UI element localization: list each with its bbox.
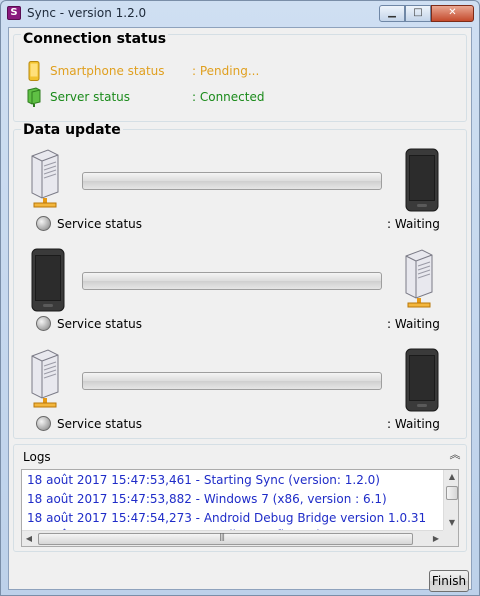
server-status-label: Server status	[50, 90, 131, 104]
maximize-icon: □	[413, 7, 423, 18]
waiting-label-2: : Waiting	[387, 317, 440, 331]
log-vertical-scrollbar[interactable]: ▲ ▼	[443, 470, 458, 530]
title-bar[interactable]: S Sync - version 1.2.0 ▁ □ ✕	[1, 1, 479, 27]
logs-panel: Logs ︽ 18 août 2017 15:47:53,461 - Start…	[13, 444, 467, 552]
log-horizontal-scrollbar[interactable]: ◀ ||| ▶	[22, 530, 443, 546]
phone-icon	[405, 348, 439, 412]
client-area: Connection status Smartphone status : Pe…	[8, 27, 472, 592]
data-update-progress-bar-2	[82, 272, 382, 290]
smartphone-status-row: Smartphone status : Pending...	[14, 61, 464, 83]
maximize-button[interactable]: □	[405, 5, 431, 22]
smartphone-status-value: : Pending...	[192, 64, 260, 78]
sync-window: S Sync - version 1.2.0 ▁ □ ✕ Connection …	[0, 0, 480, 596]
minimize-button[interactable]: ▁	[379, 5, 405, 22]
server-status-row: Server status : Connected	[14, 87, 464, 109]
waiting-label-1: : Waiting	[387, 217, 440, 231]
log-line: 18 août 2017 15:47:54,273 - Android Debu…	[27, 511, 427, 525]
server-status-value: : Connected	[192, 90, 265, 104]
log-line: 18 août 2017 15:47:53,882 - Windows 7 (x…	[27, 492, 387, 506]
logs-header: Logs ︽	[14, 445, 466, 469]
close-icon: ✕	[448, 7, 457, 18]
service-status-label-1: Service status	[57, 217, 143, 231]
data-update-progress-bar-1	[82, 172, 382, 190]
data-update-row-1: Service status : Waiting	[14, 148, 466, 238]
close-button[interactable]: ✕	[431, 5, 474, 22]
logs-title: Logs	[23, 450, 51, 464]
vertical-scroll-thumb[interactable]	[446, 486, 458, 500]
data-update-row-2: Service status : Waiting	[14, 248, 466, 338]
log-line: 18 août 2017 15:47:53,461 - Starting Syn…	[27, 473, 380, 487]
server-icon	[31, 349, 59, 408]
scroll-right-icon[interactable]: ▶	[429, 531, 443, 546]
server-icon	[27, 87, 41, 107]
scroll-left-icon[interactable]: ◀	[22, 531, 36, 546]
connection-status-group: Connection status Smartphone status : Pe…	[13, 31, 467, 122]
scrollbar-corner	[443, 530, 458, 546]
scroll-up-icon[interactable]: ▲	[444, 470, 458, 484]
scroll-down-icon[interactable]: ▼	[444, 516, 458, 530]
service-status-indicator-1	[36, 216, 51, 231]
service-status-indicator-2	[36, 316, 51, 331]
server-icon	[31, 149, 59, 208]
log-output[interactable]: 18 août 2017 15:47:53,461 - Starting Syn…	[21, 469, 459, 547]
data-update-progress-bar-3	[82, 372, 382, 390]
phone-icon	[31, 248, 65, 312]
data-update-title: Data update	[21, 122, 123, 138]
finish-button[interactable]: Finish	[429, 570, 469, 592]
waiting-label-3: : Waiting	[387, 417, 440, 431]
smartphone-icon	[28, 61, 40, 81]
data-update-row-3: Service status : Waiting	[14, 348, 466, 438]
window-title: Sync - version 1.2.0	[27, 6, 147, 20]
service-status-label-3: Service status	[57, 417, 143, 431]
server-icon	[405, 249, 433, 308]
grip-icon: |||	[219, 532, 225, 541]
horizontal-scroll-thumb[interactable]: |||	[38, 532, 413, 545]
data-update-group: Data update Service status: Waiting Ser…	[13, 122, 467, 439]
connection-status-title: Connection status	[21, 31, 169, 47]
service-status-label-2: Service status	[57, 317, 143, 331]
smartphone-status-label: Smartphone status	[50, 64, 165, 78]
minimize-icon: ▁	[388, 7, 396, 18]
phone-icon	[405, 148, 439, 212]
app-icon: S	[7, 6, 21, 20]
collapse-icon[interactable]: ︽	[448, 449, 462, 463]
service-status-indicator-3	[36, 416, 51, 431]
